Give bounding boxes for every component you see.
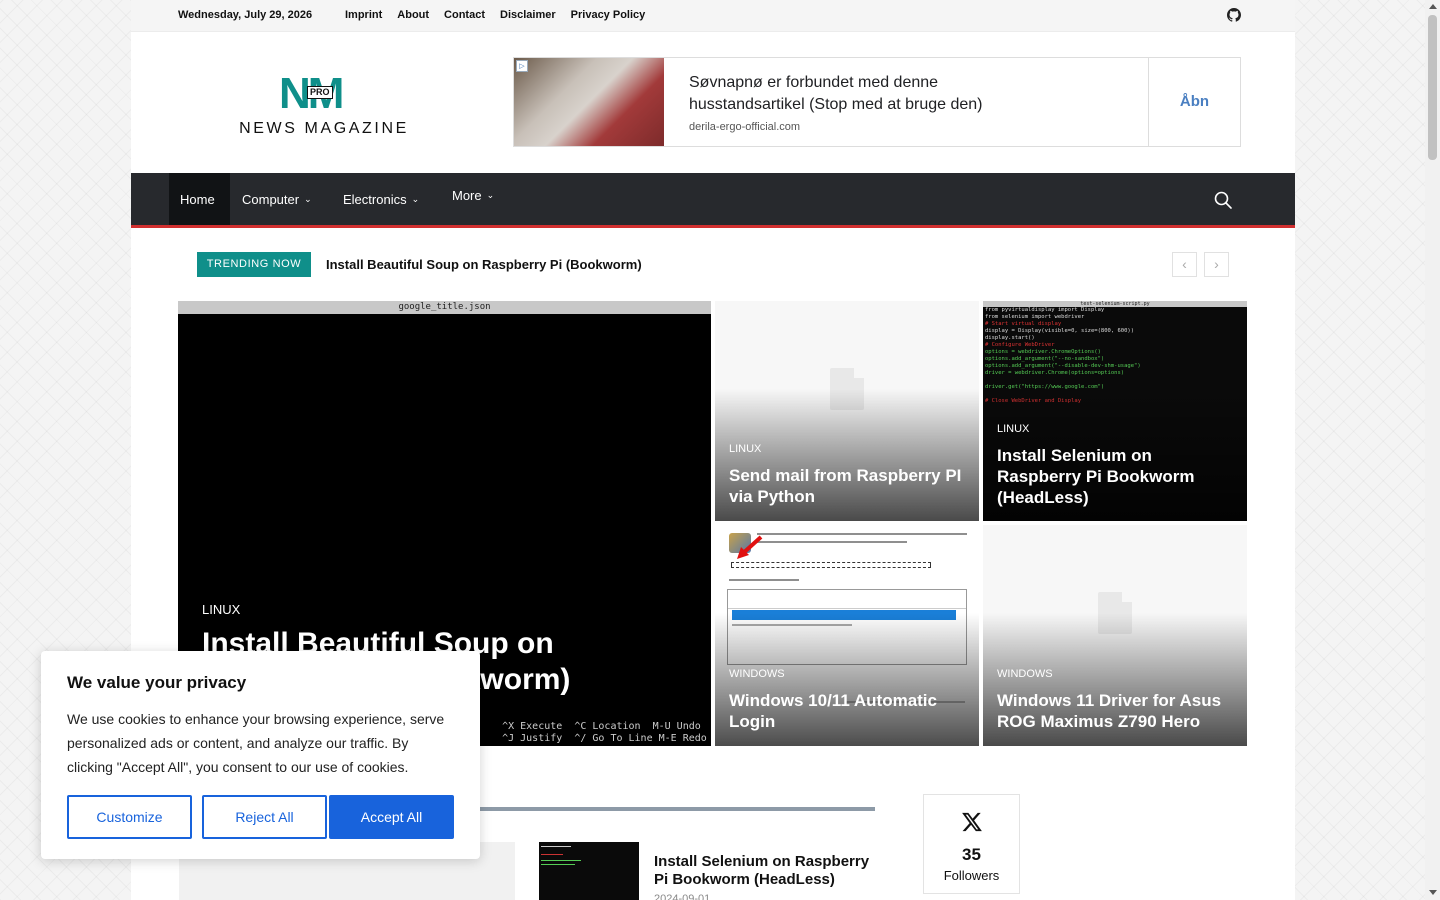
adchoices-icon[interactable]: ▷ bbox=[516, 60, 528, 72]
tile-category[interactable]: WINDOWS bbox=[729, 668, 785, 680]
current-date: Wednesday, July 29, 2026 bbox=[178, 9, 313, 21]
cookie-text: We use cookies to enhance your browsing … bbox=[67, 711, 445, 775]
x-twitter-icon bbox=[962, 812, 982, 832]
customize-button[interactable]: Customize bbox=[67, 795, 192, 839]
terminal-title: google_title.json bbox=[178, 301, 711, 314]
post-tile-selenium[interactable]: test-selenium-script.py from pyvirtualdi… bbox=[983, 301, 1247, 521]
trending-title[interactable]: Install Beautiful Soup on Raspberry Pi (… bbox=[326, 257, 642, 272]
trending-badge: TRENDING NOW bbox=[197, 252, 311, 277]
page-scrollbar[interactable] bbox=[1425, 0, 1440, 900]
top-bar: Wednesday, July 29, 2026 Imprint About C… bbox=[131, 0, 1295, 32]
nav-computer-label: Computer bbox=[242, 192, 300, 207]
chevron-down-icon: ⌄ bbox=[304, 194, 312, 204]
post-tile-windows-login[interactable]: WINDOWS Windows 10/11 Automatic Login bbox=[715, 525, 979, 746]
post-date: 2024-09-01 bbox=[654, 893, 711, 900]
trending-next-button[interactable]: › bbox=[1204, 252, 1229, 277]
accept-all-button[interactable]: Accept All bbox=[329, 795, 454, 839]
scrollbar-thumb[interactable] bbox=[1428, 15, 1437, 160]
followers-label: Followers bbox=[943, 868, 1000, 883]
tile-title[interactable]: Windows 10/11 Automatic Login bbox=[729, 690, 965, 732]
tile-category[interactable]: LINUX bbox=[997, 423, 1029, 435]
ad-image[interactable]: ▷ bbox=[514, 58, 664, 146]
reject-all-button[interactable]: Reject All bbox=[202, 795, 327, 839]
tile-category[interactable]: LINUX bbox=[729, 443, 761, 455]
tile-title[interactable]: Send mail from Raspberry PI via Python bbox=[729, 465, 965, 507]
link-imprint[interactable]: Imprint bbox=[345, 9, 382, 21]
link-contact[interactable]: Contact bbox=[444, 9, 485, 21]
scroll-down-icon[interactable] bbox=[1429, 890, 1437, 895]
advertisement[interactable]: ▷ Søvnapnø er forbundet med denne hussta… bbox=[513, 57, 1241, 147]
ad-headline[interactable]: Søvnapnø er forbundet med denne husstand… bbox=[689, 72, 1049, 116]
followers-count: 35 bbox=[962, 845, 981, 864]
trending-prev-button[interactable]: ‹ bbox=[1172, 252, 1197, 277]
search-icon[interactable] bbox=[1213, 190, 1233, 210]
top-links: Imprint About Contact Disclaimer Privacy… bbox=[345, 9, 645, 21]
nav-more[interactable]: More ⌄ bbox=[452, 169, 494, 221]
ad-domain: derila-ergo-official.com bbox=[689, 121, 801, 133]
nav-more-label: More bbox=[452, 188, 482, 203]
nav-home-label: Home bbox=[180, 192, 215, 207]
post-tile-asus-driver[interactable]: WINDOWS Windows 11 Driver for Asus ROG M… bbox=[983, 525, 1247, 746]
nav-electronics-label: Electronics bbox=[343, 192, 407, 207]
main-nav: Home Computer ⌄ Electronics ⌄ More ⌄ bbox=[131, 173, 1295, 228]
post-title[interactable]: Install Selenium on Raspberry Pi Bookwor… bbox=[654, 853, 879, 889]
featured-category[interactable]: LINUX bbox=[202, 602, 240, 617]
tile-title[interactable]: Install Selenium on Raspberry Pi Bookwor… bbox=[997, 445, 1233, 508]
cookie-title: We value your privacy bbox=[67, 673, 247, 692]
cookie-consent-banner: We value your privacy We use cookies to … bbox=[41, 651, 480, 859]
post-thumbnail[interactable] bbox=[539, 842, 639, 900]
tile-title[interactable]: Windows 11 Driver for Asus ROG Maximus Z… bbox=[997, 690, 1233, 732]
link-about[interactable]: About bbox=[397, 9, 429, 21]
nav-home[interactable]: Home bbox=[169, 173, 230, 225]
x-followers-widget[interactable]: 35 Followers bbox=[923, 794, 1020, 894]
chevron-down-icon: ⌄ bbox=[486, 190, 495, 200]
link-disclaimer[interactable]: Disclaimer bbox=[500, 9, 556, 21]
nav-computer[interactable]: Computer ⌄ bbox=[242, 173, 312, 225]
site-logo[interactable]: NM PRO NEWS MAGAZINE bbox=[226, 72, 422, 140]
nav-electronics[interactable]: Electronics ⌄ bbox=[343, 173, 419, 225]
section-divider bbox=[480, 807, 875, 811]
terminal-shortcuts: ^X Execute ^C Location M-U Undo ^J Justi… bbox=[502, 721, 707, 744]
logo-subtitle: NEWS MAGAZINE bbox=[239, 120, 409, 137]
scroll-up-icon[interactable] bbox=[1429, 4, 1437, 9]
ad-open-button[interactable]: Åbn bbox=[1148, 58, 1240, 146]
github-icon[interactable] bbox=[1227, 8, 1241, 22]
link-privacy-policy[interactable]: Privacy Policy bbox=[571, 9, 646, 21]
chevron-down-icon: ⌄ bbox=[411, 194, 420, 204]
post-tile-send-mail[interactable]: LINUX Send mail from Raspberry PI via Py… bbox=[715, 301, 979, 521]
logo-pro-badge: PRO bbox=[307, 86, 333, 99]
tile-category[interactable]: WINDOWS bbox=[997, 668, 1053, 680]
